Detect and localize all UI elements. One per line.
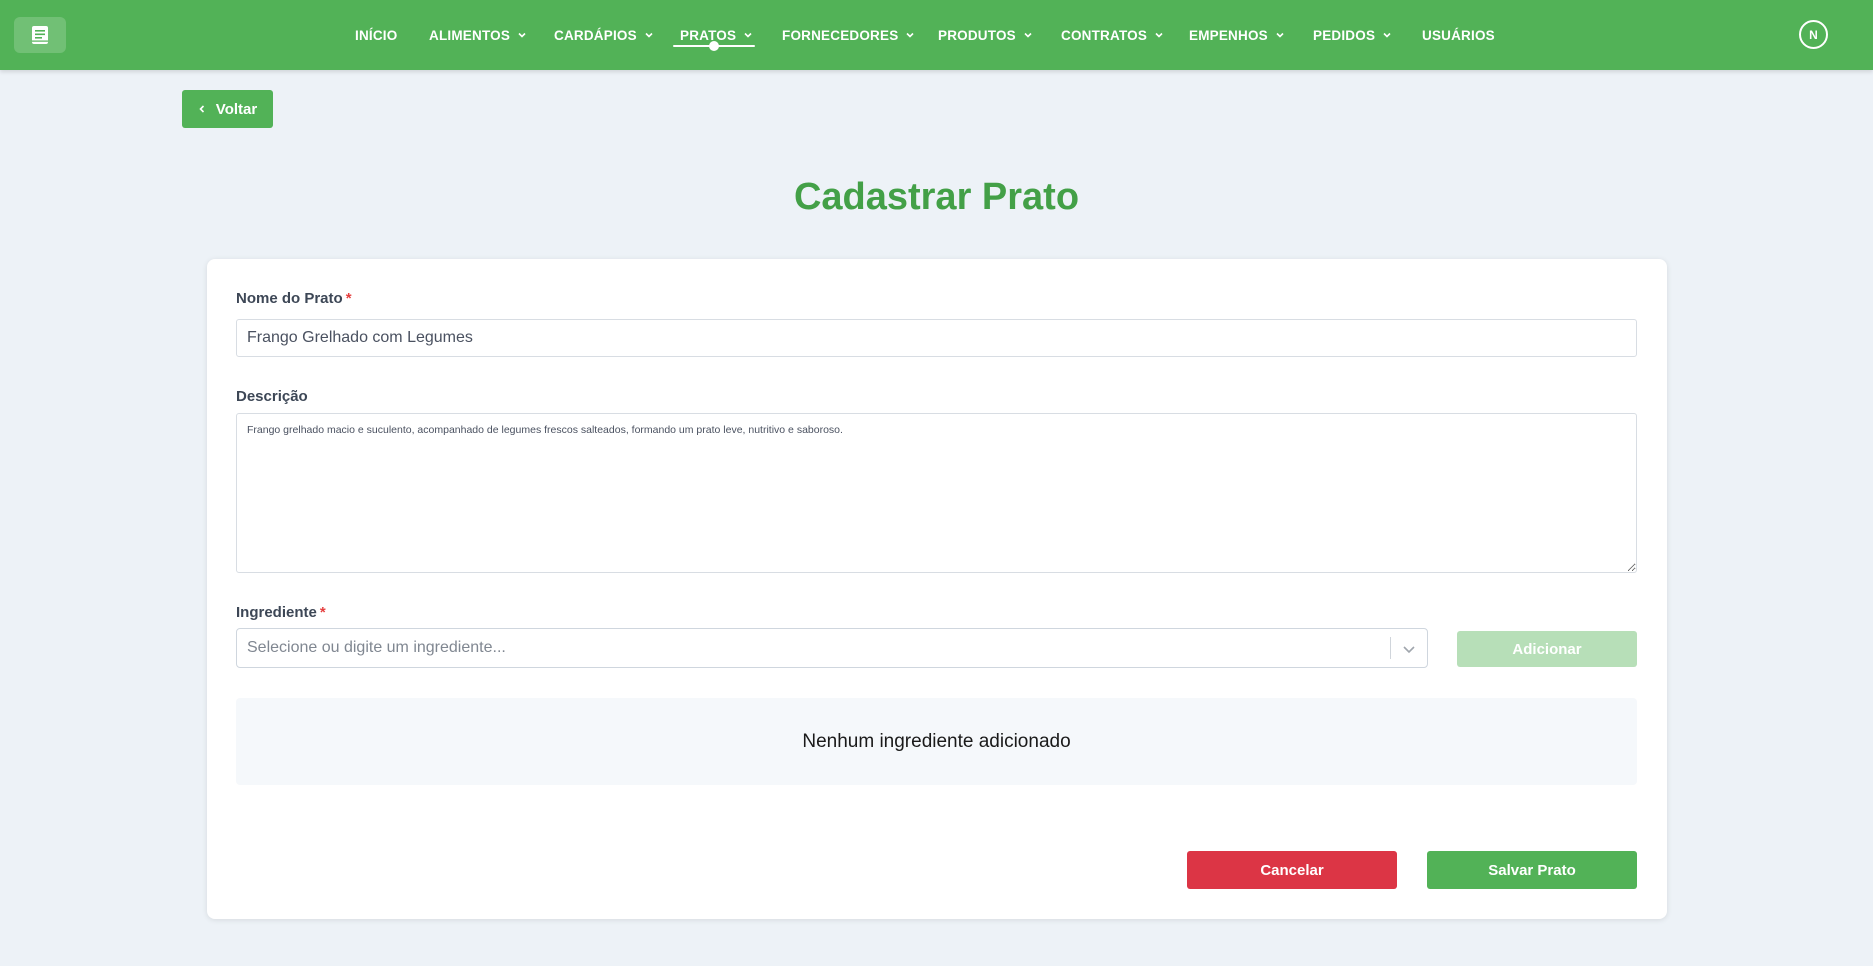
save-dish-button[interactable]: Salvar Prato xyxy=(1427,851,1637,889)
nav-item-label: PRATOS xyxy=(680,27,737,43)
nav-item-fornecedores[interactable]: FORNECEDORES xyxy=(782,25,915,45)
nav-item-label: PEDIDOS xyxy=(1313,27,1376,43)
chevron-down-icon xyxy=(1155,32,1163,38)
nav-item-label: ALIMENTOS xyxy=(429,27,511,43)
active-nav-dot xyxy=(709,41,719,51)
nav-item-cardapios[interactable]: CARDÁPIOS xyxy=(554,25,654,45)
nav-item-label: CARDÁPIOS xyxy=(554,27,637,43)
chevron-down-icon xyxy=(518,32,526,38)
nav-item-label: INÍCIO xyxy=(355,27,398,43)
chevron-down-icon xyxy=(1276,32,1284,38)
back-button[interactable]: Voltar xyxy=(182,90,273,128)
chevron-down-icon xyxy=(1024,32,1032,38)
nav-item-label: EMPENHOS xyxy=(1189,27,1268,43)
select-separator xyxy=(1390,637,1391,659)
main-nav: INÍCIO ALIMENTOS CARDÁPIOS PRATOS FORNEC… xyxy=(0,0,1873,70)
avatar-initial: N xyxy=(1809,27,1818,42)
nav-item-label: FORNECEDORES xyxy=(782,27,899,43)
back-button-label: Voltar xyxy=(215,100,258,118)
dish-name-label-text: Nome do Prato xyxy=(236,290,343,307)
user-avatar[interactable]: N xyxy=(1799,20,1828,49)
chevron-down-icon xyxy=(645,32,653,38)
ingredients-empty-state: Nenhum ingrediente adicionado xyxy=(236,698,1637,785)
ingredient-label-text: Ingrediente xyxy=(236,604,317,621)
chevron-down-icon xyxy=(744,32,752,38)
nav-item-empenhos[interactable]: EMPENHOS xyxy=(1189,25,1285,45)
dish-form-card: Nome do Prato* Descrição Frango grelhado… xyxy=(207,259,1667,919)
cancel-button[interactable]: Cancelar xyxy=(1187,851,1397,889)
page-title: Cadastrar Prato xyxy=(793,176,1080,218)
description-textarea[interactable]: Frango grelhado macio e suculento, acomp… xyxy=(236,413,1637,573)
nav-item-produtos[interactable]: PRODUTOS xyxy=(938,25,1033,45)
nav-item-contratos[interactable]: CONTRATOS xyxy=(1061,25,1164,45)
nav-item-inicio[interactable]: INÍCIO xyxy=(355,25,397,45)
ingredient-label: Ingrediente * xyxy=(236,604,326,621)
chevron-down-icon xyxy=(906,32,914,38)
chevron-down-icon xyxy=(1383,32,1391,38)
nav-item-label: PRODUTOS xyxy=(938,27,1016,43)
top-navbar: INÍCIO ALIMENTOS CARDÁPIOS PRATOS FORNEC… xyxy=(0,0,1873,70)
chevron-down-icon[interactable] xyxy=(1400,640,1418,658)
empty-state-text: Nenhum ingrediente adicionado xyxy=(802,730,1071,752)
nav-item-usuarios[interactable]: USUÁRIOS xyxy=(1422,25,1495,45)
required-mark: * xyxy=(345,290,352,307)
description-label: Descrição xyxy=(236,388,308,405)
chevron-left-icon xyxy=(199,105,204,113)
nav-item-label: USUÁRIOS xyxy=(1422,27,1495,43)
dish-name-input[interactable] xyxy=(236,319,1637,357)
add-ingredient-button[interactable]: Adicionar xyxy=(1457,631,1637,667)
ingredient-select[interactable]: Selecione ou digite um ingrediente... xyxy=(236,628,1428,668)
nav-item-pedidos[interactable]: PEDIDOS xyxy=(1313,25,1392,45)
nav-item-alimentos[interactable]: ALIMENTOS xyxy=(429,25,527,45)
nav-item-label: CONTRATOS xyxy=(1061,27,1148,43)
dish-name-label: Nome do Prato * xyxy=(236,290,352,307)
required-mark: * xyxy=(319,604,326,621)
ingredient-select-placeholder: Selecione ou digite um ingrediente... xyxy=(247,639,506,656)
